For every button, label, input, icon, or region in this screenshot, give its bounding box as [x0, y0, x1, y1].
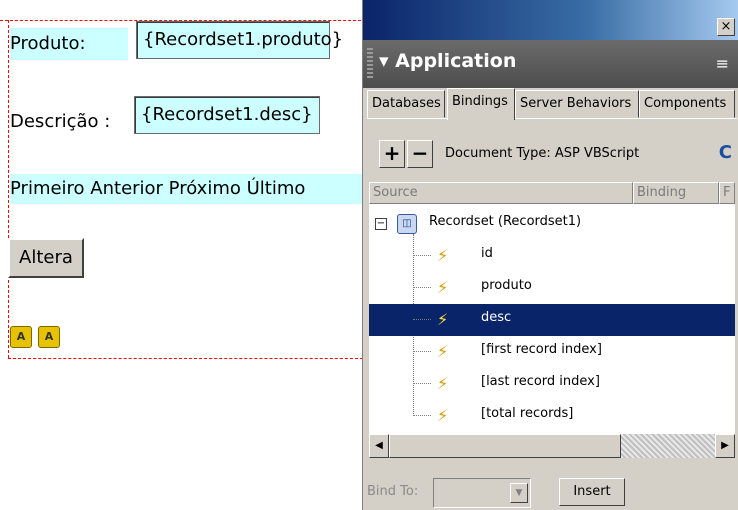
- field-label: desc: [481, 310, 512, 325]
- gripper-icon[interactable]: [367, 48, 373, 80]
- form-boundary-left: [8, 20, 9, 358]
- tree-connector: [413, 383, 431, 384]
- column-source[interactable]: Source: [369, 182, 633, 204]
- field-label: [last record index]: [481, 374, 600, 389]
- options-menu-icon[interactable]: ≡: [716, 54, 729, 73]
- lightning-bolt-icon: ⚡: [437, 342, 449, 361]
- remove-binding-button[interactable]: −: [407, 140, 433, 168]
- lightning-bolt-icon: ⚡: [437, 278, 449, 297]
- bindings-tree: − ◫ Recordset (Recordset1) ⚡ id ⚡ produt…: [369, 204, 735, 434]
- recordset-node[interactable]: Recordset (Recordset1): [429, 214, 581, 229]
- asp-script-icon[interactable]: A: [10, 326, 32, 348]
- altera-button[interactable]: Altera: [8, 238, 84, 278]
- add-binding-button[interactable]: +: [379, 140, 405, 168]
- scroll-right-icon[interactable]: ▶: [715, 434, 735, 458]
- lightning-bolt-icon: ⚡: [437, 374, 449, 393]
- asp-script-icon[interactable]: A: [38, 326, 60, 348]
- list-item[interactable]: ⚡ [first record index]: [369, 336, 735, 368]
- bindings-column-headers: Source Binding F: [369, 182, 735, 204]
- bind-to-label: Bind To:: [367, 484, 419, 499]
- panel-title[interactable]: ▾ Application: [379, 50, 516, 72]
- produto-field[interactable]: {Recordset1.produto}: [136, 21, 343, 59]
- close-icon[interactable]: ×: [717, 18, 735, 36]
- application-panel: × ▾ Application ≡ Databases Bindings Ser…: [362, 0, 738, 510]
- field-label: [total records]: [481, 406, 574, 421]
- lightning-bolt-icon: ⚡: [437, 246, 449, 265]
- column-binding[interactable]: Binding: [633, 182, 719, 204]
- list-item[interactable]: ⚡ [last record index]: [369, 368, 735, 400]
- collapse-icon[interactable]: −: [375, 218, 387, 230]
- column-format[interactable]: F: [719, 182, 735, 204]
- recordset-icon: ◫: [397, 214, 417, 234]
- record-navigation-links[interactable]: Primeiro Anterior Próximo Último: [10, 174, 362, 204]
- descricao-label: Descrição :: [10, 111, 111, 132]
- lightning-bolt-icon: ⚡: [437, 406, 449, 425]
- field-label: produto: [481, 278, 532, 293]
- application-header[interactable]: ▾ Application ≡: [363, 40, 738, 88]
- bind-to-select[interactable]: ▼: [433, 478, 531, 508]
- document-type: Document Type: ASP VBScript: [445, 146, 640, 161]
- scroll-left-icon[interactable]: ◀: [369, 434, 389, 458]
- tab-server-behaviors[interactable]: Server Behaviors: [515, 90, 639, 118]
- panel-titlebar[interactable]: ×: [363, 0, 738, 40]
- form-boundary-bottom: [8, 358, 368, 359]
- list-item-selected[interactable]: ⚡ desc: [369, 304, 735, 336]
- tree-connector: [413, 255, 431, 256]
- tree-connector: [413, 287, 431, 288]
- insert-button[interactable]: Insert: [559, 478, 625, 506]
- list-item[interactable]: ⚡ [total records]: [369, 400, 735, 432]
- field-label: id: [481, 246, 493, 261]
- panel-tabs: Databases Bindings Server Behaviors Comp…: [363, 88, 738, 120]
- produto-label: Produto:: [10, 28, 128, 60]
- tree-connector: [413, 319, 431, 320]
- horizontal-scrollbar[interactable]: ◀ ▶: [369, 434, 735, 458]
- tab-databases[interactable]: Databases: [367, 90, 445, 118]
- chevron-down-icon[interactable]: ▼: [510, 483, 528, 503]
- tree-connector: [413, 351, 431, 352]
- descricao-field[interactable]: {Recordset1.desc}: [134, 96, 320, 134]
- tab-bindings[interactable]: Bindings: [447, 88, 515, 120]
- scrollbar-thumb[interactable]: [389, 434, 621, 458]
- tab-components[interactable]: Components: [639, 90, 735, 118]
- list-item[interactable]: ⚡ id: [369, 240, 735, 272]
- scrollbar-track[interactable]: [621, 434, 715, 458]
- refresh-icon[interactable]: C: [719, 142, 732, 163]
- list-item[interactable]: ⚡ produto: [369, 272, 735, 304]
- tree-connector: [413, 415, 431, 416]
- field-label: [first record index]: [481, 342, 602, 357]
- lightning-bolt-icon: ⚡: [437, 310, 449, 329]
